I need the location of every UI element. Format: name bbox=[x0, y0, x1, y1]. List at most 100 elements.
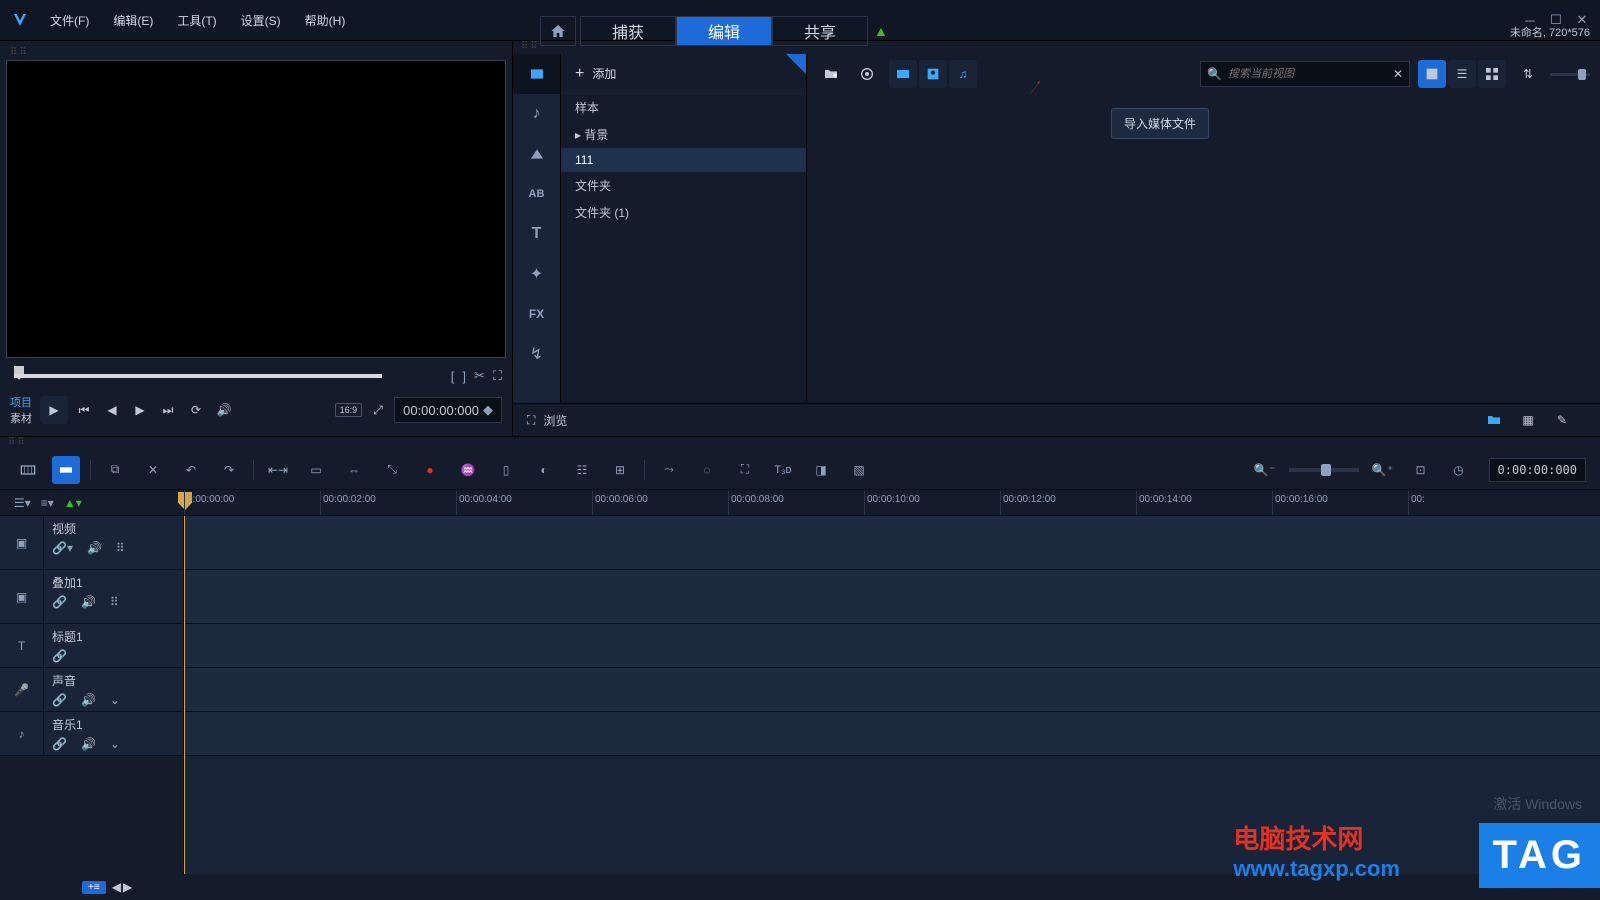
safe-zone-button[interactable]: ▭ bbox=[302, 456, 330, 484]
lane-title[interactable] bbox=[184, 624, 1600, 668]
link-icon[interactable]: 🔗 bbox=[52, 693, 67, 707]
slip-button[interactable]: ⇔ bbox=[340, 456, 368, 484]
undo-button[interactable]: ↶ bbox=[177, 456, 205, 484]
sidetab-overlay[interactable]: ✦ bbox=[513, 254, 560, 294]
menu-help[interactable]: 帮助(H) bbox=[295, 8, 356, 33]
timeline-scrollbar[interactable]: +≡ ◀▶ bbox=[0, 874, 1600, 900]
chroma-button[interactable]: ▧ bbox=[845, 456, 873, 484]
upload-icon[interactable]: ▲ bbox=[874, 23, 888, 39]
video-preview[interactable] bbox=[6, 60, 506, 358]
expand-icon[interactable]: ⌄ bbox=[110, 693, 120, 707]
panel-grip[interactable]: ⠿⠿ bbox=[6, 47, 506, 58]
capture-button[interactable] bbox=[853, 60, 881, 88]
track-body[interactable] bbox=[184, 516, 1600, 874]
search-input[interactable] bbox=[1228, 68, 1387, 80]
redo-button[interactable]: ↷ bbox=[215, 456, 243, 484]
search-box[interactable]: 🔍 ✕ bbox=[1200, 61, 1410, 87]
track-head-music[interactable]: ♪ 音乐1🔗🔊⌄ bbox=[0, 712, 183, 756]
filter-photo-button[interactable] bbox=[919, 60, 947, 88]
menu-tools[interactable]: 工具(T) bbox=[167, 8, 226, 33]
record-button[interactable]: ● bbox=[416, 456, 444, 484]
slide-button[interactable]: ⤡ bbox=[378, 456, 406, 484]
timeline-view-button[interactable] bbox=[52, 456, 80, 484]
mute-icon[interactable]: 🔊 bbox=[81, 595, 96, 609]
subtitle-button[interactable]: ☷ bbox=[568, 456, 596, 484]
zoom-out-button[interactable]: 🔍⁻ bbox=[1251, 456, 1279, 484]
sidetab-transition[interactable] bbox=[513, 134, 560, 174]
folder-sample[interactable]: 样本 bbox=[561, 94, 806, 121]
lane-voice[interactable] bbox=[184, 668, 1600, 712]
track-menu-2[interactable]: ≡▾ bbox=[41, 496, 54, 510]
sidetab-media[interactable] bbox=[513, 54, 560, 94]
view-list-button[interactable]: ☰ bbox=[1448, 60, 1476, 88]
filter-audio-button[interactable]: ♫ bbox=[949, 60, 977, 88]
mark-out-icon[interactable]: ] bbox=[462, 369, 466, 384]
track-head-voice[interactable]: 🎤 声音🔗🔊⌄ bbox=[0, 668, 183, 712]
lane-overlay[interactable] bbox=[184, 570, 1600, 624]
lane-video[interactable] bbox=[184, 516, 1600, 570]
folder-folder[interactable]: 文件夹 bbox=[561, 172, 806, 199]
tools-button[interactable]: ✕ bbox=[139, 456, 167, 484]
sort-button[interactable]: ⇅ bbox=[1514, 60, 1542, 88]
duration-button[interactable]: ◷ bbox=[1445, 456, 1473, 484]
multi-button[interactable]: ◐ bbox=[530, 456, 558, 484]
zoom-slider[interactable] bbox=[1289, 468, 1359, 472]
lib-footer-template-icon[interactable]: ▦ bbox=[1514, 406, 1542, 434]
sidetab-audio[interactable]: ♪ bbox=[513, 94, 560, 134]
menu-file[interactable]: 文件(F) bbox=[40, 8, 99, 33]
menu-edit[interactable]: 编辑(E) bbox=[103, 8, 163, 33]
pin-icon[interactable] bbox=[786, 54, 806, 74]
resize-icon[interactable]: ⤢ bbox=[366, 398, 390, 422]
rotate-button[interactable]: ◌ bbox=[693, 456, 721, 484]
volume-button[interactable]: 🔊 bbox=[212, 398, 236, 422]
tab-edit[interactable]: 编辑 bbox=[676, 16, 772, 46]
view-large-button[interactable] bbox=[1418, 60, 1446, 88]
prev-frame-button[interactable]: ◀ bbox=[100, 398, 124, 422]
import-media-button[interactable] bbox=[817, 60, 845, 88]
audio-mix-button[interactable]: ♒ bbox=[454, 456, 482, 484]
link-icon[interactable]: 🔗 bbox=[52, 595, 67, 609]
add-track-button[interactable]: +≡ bbox=[82, 881, 106, 894]
browse-label[interactable]: 浏览 bbox=[543, 412, 567, 429]
preview-scrubber[interactable]: [ ] ✂ ⛶ bbox=[10, 368, 502, 388]
lib-footer-edit-icon[interactable]: ✎ bbox=[1548, 406, 1576, 434]
mask-button[interactable]: ◨ bbox=[807, 456, 835, 484]
link-icon[interactable]: 🔗▾ bbox=[52, 541, 73, 555]
copy-button[interactable]: ⧉ bbox=[101, 456, 129, 484]
3d-title-button[interactable]: T₃ᴅ bbox=[769, 456, 797, 484]
sidetab-path[interactable]: ↯ bbox=[513, 334, 560, 374]
track-head-video[interactable]: ▣ 视频🔗▾🔊⠿ bbox=[0, 516, 183, 570]
folder-folder1[interactable]: 文件夹 (1) bbox=[561, 199, 806, 226]
lock-icon[interactable]: ⠿ bbox=[116, 541, 125, 555]
mute-icon[interactable]: 🔊 bbox=[87, 541, 102, 555]
track-menu-1[interactable]: ☰▾ bbox=[14, 496, 31, 510]
aspect-ratio[interactable]: 16:9 bbox=[335, 403, 363, 417]
preview-timecode[interactable]: 00:00:00:000◆ bbox=[394, 397, 502, 423]
storyboard-view-button[interactable] bbox=[14, 456, 42, 484]
folder-background[interactable]: ▸ 背景 bbox=[561, 121, 806, 148]
panel-grip[interactable]: ⠿⠿ bbox=[0, 437, 1600, 448]
loop-button[interactable]: ⟳ bbox=[184, 398, 208, 422]
marker-add[interactable]: ▲▾ bbox=[64, 496, 82, 510]
folder-111[interactable]: 111 bbox=[561, 148, 806, 172]
go-start-button[interactable]: ⏮ bbox=[72, 398, 96, 422]
tab-capture[interactable]: 捕获 bbox=[580, 16, 676, 46]
track-head-title[interactable]: T 标题1🔗 bbox=[0, 624, 183, 668]
fit-button[interactable]: ⇤⇥ bbox=[264, 456, 292, 484]
grid-button[interactable]: ⊞ bbox=[606, 456, 634, 484]
clear-search-icon[interactable]: ✕ bbox=[1393, 67, 1403, 81]
sidetab-text[interactable]: T bbox=[513, 214, 560, 254]
playhead-line[interactable] bbox=[184, 516, 185, 874]
chapter-button[interactable]: ▯ bbox=[492, 456, 520, 484]
sidetab-title[interactable]: AB bbox=[513, 174, 560, 214]
timeline-timecode[interactable]: 0:00:00:000 bbox=[1489, 458, 1586, 482]
mark-in-icon[interactable]: [ bbox=[451, 369, 455, 384]
player-tab-material[interactable]: 素材 bbox=[10, 410, 32, 426]
link-icon[interactable]: 🔗 bbox=[52, 737, 67, 751]
lib-footer-folder-icon[interactable] bbox=[1480, 406, 1508, 434]
home-button[interactable] bbox=[540, 16, 576, 46]
time-ruler[interactable]: 0:00:00:00 00:00:02:00 00:00:04:00 00:00… bbox=[184, 490, 1600, 515]
expand-icon[interactable]: ⌄ bbox=[110, 737, 120, 751]
split-icon[interactable]: ✂ bbox=[474, 368, 485, 384]
tab-share[interactable]: 共享 bbox=[772, 16, 868, 46]
